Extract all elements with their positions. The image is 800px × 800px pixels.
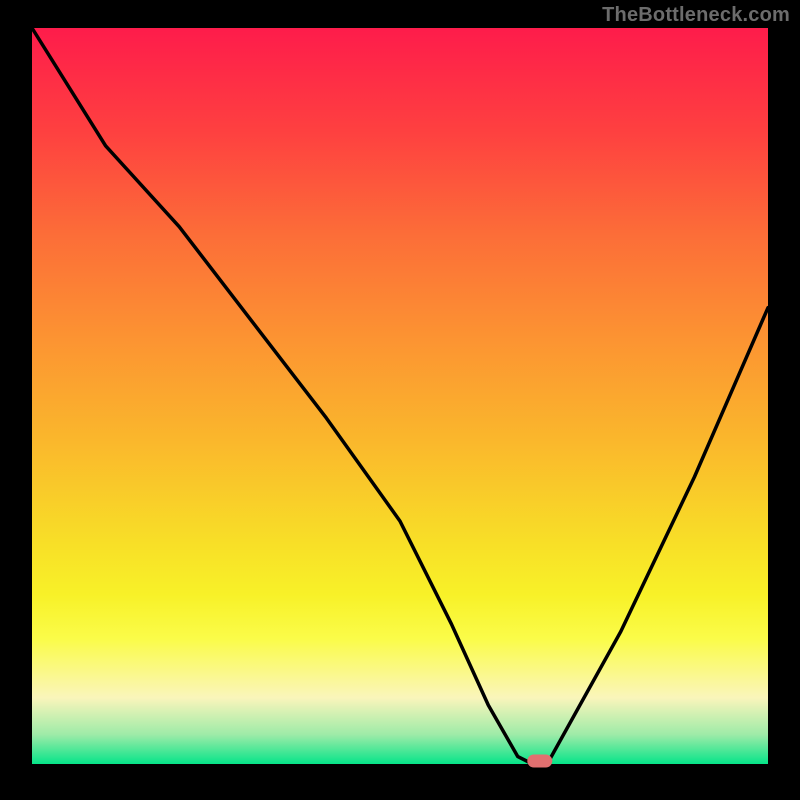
min-marker bbox=[528, 755, 552, 767]
bottleneck-curve-chart bbox=[0, 0, 800, 800]
watermark: TheBottleneck.com bbox=[602, 4, 790, 27]
chart-container: TheBottleneck.com bbox=[0, 0, 800, 800]
plot-area bbox=[32, 28, 768, 767]
